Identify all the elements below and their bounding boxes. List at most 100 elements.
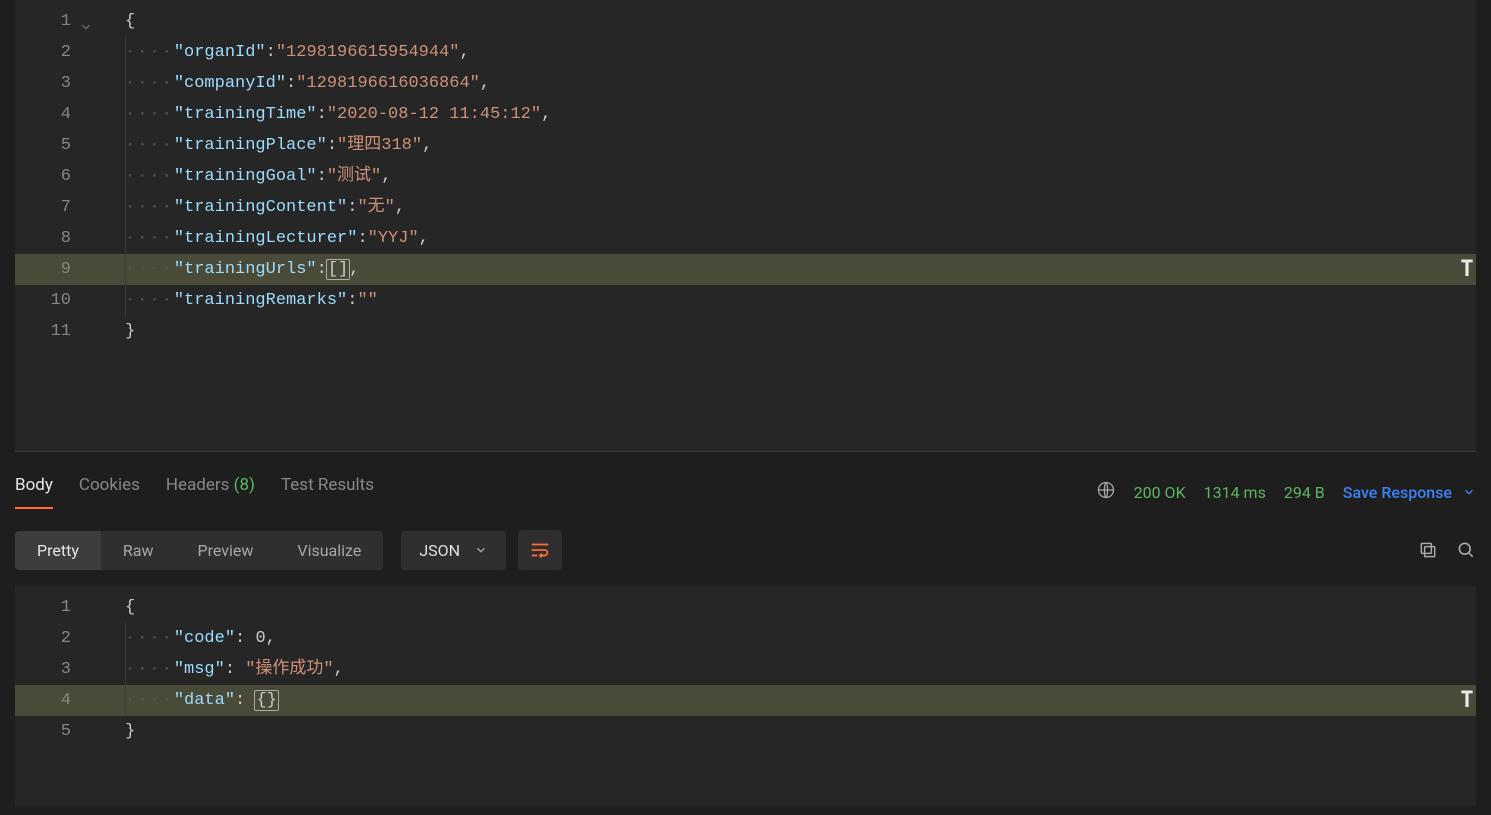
code-line[interactable]: 8····"trainingLecturer":"YYJ", bbox=[15, 223, 1476, 254]
token-punct: , bbox=[541, 105, 551, 124]
save-response-button[interactable]: Save Response bbox=[1343, 483, 1476, 502]
code-line[interactable]: 5····"trainingPlace":"理四318", bbox=[15, 130, 1476, 161]
token-punct: : bbox=[235, 629, 255, 648]
code-line[interactable]: 2····"code": 0, bbox=[15, 623, 1476, 654]
line-number: 8 bbox=[15, 223, 91, 254]
token-num: 0 bbox=[255, 629, 265, 648]
search-icon[interactable] bbox=[1456, 540, 1476, 560]
token-punct: , bbox=[395, 198, 405, 217]
token-punct: , bbox=[266, 629, 276, 648]
line-number: 7 bbox=[15, 192, 91, 223]
tab-headers-label: Headers bbox=[166, 475, 230, 495]
globe-icon[interactable] bbox=[1096, 480, 1116, 504]
code-content[interactable]: { bbox=[91, 6, 135, 37]
token-punct: {} bbox=[255, 691, 277, 710]
code-content[interactable]: } bbox=[91, 316, 135, 347]
token-punct: : bbox=[317, 105, 327, 124]
code-line[interactable]: 3····"msg": "操作成功", bbox=[15, 654, 1476, 685]
code-content[interactable]: ····"msg": "操作成功", bbox=[91, 654, 344, 685]
token-punct: : bbox=[266, 43, 276, 62]
token-punct: : bbox=[235, 691, 255, 710]
token-key: "trainingLecturer" bbox=[174, 229, 358, 248]
chevron-down-icon bbox=[1462, 485, 1476, 499]
indent-guide: ···· bbox=[125, 167, 174, 186]
code-content[interactable]: ····"organId":"1298196615954944", bbox=[91, 37, 470, 68]
indent-guide: ···· bbox=[125, 229, 174, 248]
code-content[interactable]: ····"trainingTime":"2020-08-12 11:45:12"… bbox=[91, 99, 551, 130]
tab-headers[interactable]: Headers (8) bbox=[166, 475, 255, 509]
line-number: 1 bbox=[15, 592, 91, 623]
code-line[interactable]: 4····"trainingTime":"2020-08-12 11:45:12… bbox=[15, 99, 1476, 130]
token-punct: , bbox=[334, 660, 344, 679]
token-punct: : bbox=[286, 74, 296, 93]
code-line[interactable]: 10····"trainingRemarks":"" bbox=[15, 285, 1476, 316]
token-punct: : bbox=[347, 291, 357, 310]
indent-guide: ···· bbox=[125, 260, 174, 279]
tab-cookies[interactable]: Cookies bbox=[79, 475, 140, 509]
token-punct: : bbox=[347, 198, 357, 217]
request-body-editor[interactable]: 1{2····"organId":"1298196615954944",3···… bbox=[15, 0, 1476, 452]
response-meta: 200 OK 1314 ms 294 B Save Response bbox=[1096, 480, 1476, 504]
token-punct: } bbox=[125, 722, 135, 741]
token-punct: , bbox=[480, 74, 490, 93]
view-mode-preview[interactable]: Preview bbox=[175, 531, 275, 570]
response-time: 1314 ms bbox=[1204, 483, 1266, 502]
token-str: "测试" bbox=[327, 167, 381, 186]
token-punct: , bbox=[381, 167, 391, 186]
response-status: 200 OK bbox=[1134, 483, 1186, 502]
view-mode-pretty[interactable]: Pretty bbox=[15, 531, 101, 570]
minimap-cursor-indicator: T bbox=[1460, 254, 1474, 285]
token-punct: { bbox=[125, 598, 135, 617]
code-line[interactable]: 3····"companyId":"1298196616036864", bbox=[15, 68, 1476, 99]
line-number: 1 bbox=[15, 6, 91, 37]
code-content[interactable]: ····"code": 0, bbox=[91, 623, 276, 654]
indent-guide: ···· bbox=[125, 691, 174, 710]
format-select[interactable]: JSON bbox=[401, 531, 506, 570]
code-line[interactable]: 1{ bbox=[15, 592, 1476, 623]
code-content[interactable]: ····"trainingPlace":"理四318", bbox=[91, 130, 432, 161]
code-line[interactable]: 9····"trainingUrls":[],T bbox=[15, 254, 1476, 285]
tab-test-results[interactable]: Test Results bbox=[281, 475, 374, 509]
code-content[interactable]: } bbox=[91, 716, 135, 747]
line-number: 10 bbox=[15, 285, 91, 316]
wrap-lines-button[interactable] bbox=[518, 530, 562, 570]
line-number: 2 bbox=[15, 37, 91, 68]
code-content[interactable]: ····"data": {} bbox=[91, 685, 278, 716]
chevron-down-icon bbox=[474, 543, 488, 557]
code-line[interactable]: 2····"organId":"1298196615954944", bbox=[15, 37, 1476, 68]
code-content[interactable]: ····"trainingGoal":"测试", bbox=[91, 161, 391, 192]
code-content[interactable]: ····"companyId":"1298196616036864", bbox=[91, 68, 490, 99]
response-body-toolbar: Pretty Raw Preview Visualize JSON bbox=[0, 530, 1491, 570]
code-line[interactable]: 5} bbox=[15, 716, 1476, 747]
token-punct: , bbox=[349, 260, 359, 279]
view-mode-visualize[interactable]: Visualize bbox=[275, 531, 383, 570]
copy-icon[interactable] bbox=[1418, 540, 1438, 560]
tab-body[interactable]: Body bbox=[15, 475, 53, 509]
response-body-editor[interactable]: 1{2····"code": 0,3····"msg": "操作成功",4···… bbox=[15, 586, 1476, 806]
tab-headers-count: (8) bbox=[234, 475, 255, 495]
code-line[interactable]: 6····"trainingGoal":"测试", bbox=[15, 161, 1476, 192]
view-mode-toggle: Pretty Raw Preview Visualize bbox=[15, 531, 383, 570]
indent-guide: ···· bbox=[125, 660, 174, 679]
token-str: "理四318" bbox=[337, 136, 422, 155]
code-content[interactable]: ····"trainingRemarks":"" bbox=[91, 285, 378, 316]
line-number: 3 bbox=[15, 654, 91, 685]
code-line[interactable]: 1{ bbox=[15, 6, 1476, 37]
view-mode-raw[interactable]: Raw bbox=[101, 531, 176, 570]
code-line[interactable]: 4····"data": {}T bbox=[15, 685, 1476, 716]
token-key: "data" bbox=[174, 691, 235, 710]
code-content[interactable]: ····"trainingLecturer":"YYJ", bbox=[91, 223, 429, 254]
code-content[interactable]: ····"trainingContent":"无", bbox=[91, 192, 405, 223]
token-str: "1298196616036864" bbox=[296, 74, 480, 93]
line-number: 5 bbox=[15, 130, 91, 161]
code-line[interactable]: 7····"trainingContent":"无", bbox=[15, 192, 1476, 223]
code-content[interactable]: { bbox=[91, 592, 135, 623]
token-key: "trainingUrls" bbox=[174, 260, 317, 279]
code-content[interactable]: ····"trainingUrls":[], bbox=[91, 254, 359, 285]
response-toolbar-right bbox=[1418, 540, 1476, 560]
indent-guide: ···· bbox=[125, 629, 174, 648]
indent-guide: ···· bbox=[125, 291, 174, 310]
token-punct: : bbox=[225, 660, 245, 679]
token-str: "2020-08-12 11:45:12" bbox=[327, 105, 541, 124]
code-line[interactable]: 11} bbox=[15, 316, 1476, 347]
